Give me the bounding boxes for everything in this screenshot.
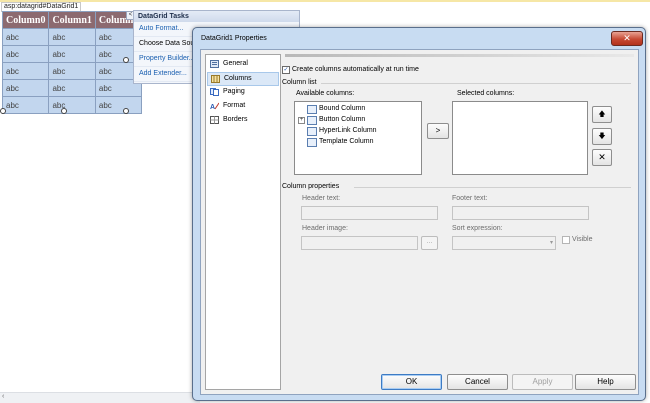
grid-header-row: Column0 Column1 Column2: [1, 11, 143, 29]
grid-header-cell: Column1: [48, 11, 96, 29]
dialog-client-area: General Columns Paging A Format Borders …: [200, 49, 639, 395]
paging-icon: [210, 88, 219, 96]
property-page-nav: General Columns Paging A Format Borders: [205, 54, 281, 390]
nav-label: Borders: [223, 116, 248, 123]
tree-item-hyperlink-column[interactable]: HyperLink Column: [295, 126, 419, 136]
designer-top-bar: [0, 0, 650, 2]
tree-item-button-column[interactable]: + Button Column: [295, 115, 419, 125]
resize-handle[interactable]: [0, 108, 6, 114]
arrow-up-icon: 🡅: [598, 111, 606, 118]
available-columns-tree[interactable]: Bound Column + Button Column HyperLink C…: [294, 101, 422, 175]
tree-item-label: Bound Column: [319, 105, 366, 112]
bound-column-icon: [307, 105, 317, 114]
grid-row: abc abc abc: [1, 96, 143, 114]
tree-item-template-column[interactable]: Template Column: [295, 137, 419, 147]
available-columns-label: Available columns:: [296, 90, 355, 97]
expand-icon[interactable]: +: [298, 117, 305, 124]
visible-checkbox[interactable]: [562, 236, 570, 244]
datagrid-preview[interactable]: Column0 Column1 Column2 abc abc abc abc …: [1, 11, 143, 114]
footer-text-label: Footer text:: [452, 195, 488, 202]
nav-item-format[interactable]: A Format: [207, 100, 277, 112]
arrow-down-icon: 🡇: [598, 133, 606, 140]
tree-item-bound-column[interactable]: Bound Column: [295, 104, 419, 114]
sort-expression-label: Sort expression:: [452, 225, 503, 232]
page-header-strip: [285, 54, 634, 57]
borders-icon: [210, 116, 219, 124]
nav-item-borders[interactable]: Borders: [207, 114, 277, 126]
column-list-divider: [321, 83, 631, 84]
cancel-button[interactable]: Cancel: [447, 374, 508, 390]
grid-cell: abc: [48, 45, 96, 63]
header-image-label: Header image:: [302, 225, 348, 232]
columns-icon: [211, 75, 220, 83]
datagrid-properties-dialog: DataGrid1 Properties ✕ General Columns P…: [192, 27, 646, 401]
tree-item-label: Template Column: [319, 138, 374, 145]
general-icon: [210, 60, 219, 68]
grid-cell: abc: [48, 79, 96, 97]
nav-item-columns[interactable]: Columns: [207, 72, 279, 86]
column-properties-heading: Column properties: [282, 183, 340, 190]
nav-label: Paging: [223, 88, 245, 95]
dialog-title: DataGrid1 Properties: [201, 35, 267, 42]
delete-icon: ✕: [598, 152, 606, 162]
nav-label: Columns: [224, 75, 252, 82]
ok-button[interactable]: OK: [381, 374, 442, 390]
close-button[interactable]: ✕: [611, 31, 643, 46]
tasks-title: DataGrid Tasks: [134, 11, 299, 22]
selected-columns-label: Selected columns:: [457, 90, 515, 97]
selected-columns-list[interactable]: [452, 101, 588, 175]
resize-handle[interactable]: [61, 108, 67, 114]
move-down-button[interactable]: 🡇: [592, 128, 612, 145]
resize-handle[interactable]: [123, 108, 129, 114]
grid-row: abc abc abc: [1, 79, 143, 97]
template-column-icon: [307, 138, 317, 147]
grid-cell: abc: [48, 28, 96, 46]
nav-item-general[interactable]: General: [207, 58, 277, 70]
button-column-icon: [307, 116, 317, 125]
column-list-heading: Column list: [282, 79, 317, 86]
header-text-input[interactable]: [301, 206, 438, 220]
grid-header-cell: Column0: [1, 11, 50, 29]
create-columns-label: Create columns automatically at run time: [292, 66, 419, 73]
header-image-input[interactable]: [301, 236, 418, 250]
hyperlink-column-icon: [307, 127, 317, 136]
grid-cell: abc: [1, 79, 50, 97]
apply-button[interactable]: Apply: [512, 374, 573, 390]
help-button[interactable]: Help: [575, 374, 636, 390]
nav-label: General: [223, 60, 248, 67]
nav-label: Format: [223, 102, 246, 109]
browse-button[interactable]: ...: [421, 236, 438, 250]
close-icon: ✕: [623, 33, 631, 43]
scroll-left-icon[interactable]: ‹: [2, 393, 4, 400]
add-column-button[interactable]: >: [427, 123, 449, 139]
grid-cell: abc: [94, 96, 143, 114]
nav-item-paging[interactable]: Paging: [207, 86, 277, 98]
grid-cell: abc: [48, 62, 96, 80]
tree-item-label: Button Column: [319, 116, 366, 123]
footer-text-input[interactable]: [452, 206, 589, 220]
move-up-button[interactable]: 🡅: [592, 106, 612, 123]
grid-cell: abc: [1, 62, 50, 80]
grid-row: abc abc abc: [1, 62, 143, 80]
grid-cell: abc: [1, 96, 50, 114]
visible-label: Visible: [572, 236, 593, 243]
tree-item-label: HyperLink Column: [319, 127, 377, 134]
grid-row: abc abc abc: [1, 28, 143, 46]
svg-text:A: A: [210, 104, 215, 110]
grid-cell: abc: [1, 45, 50, 63]
sort-expression-dropdown[interactable]: ▾: [452, 236, 556, 250]
grid-row: abc abc abc: [1, 45, 143, 63]
format-icon: A: [210, 102, 219, 110]
grid-cell: abc: [48, 96, 96, 114]
horizontal-scrollbar[interactable]: [0, 392, 200, 403]
grid-cell: abc: [1, 28, 50, 46]
header-text-label: Header text:: [302, 195, 341, 202]
resize-handle[interactable]: [123, 57, 129, 63]
chevron-down-icon: ▾: [549, 240, 553, 246]
column-properties-divider: [354, 187, 631, 188]
create-columns-checkbox[interactable]: ✓: [282, 66, 290, 74]
delete-column-button[interactable]: ✕: [592, 149, 612, 166]
